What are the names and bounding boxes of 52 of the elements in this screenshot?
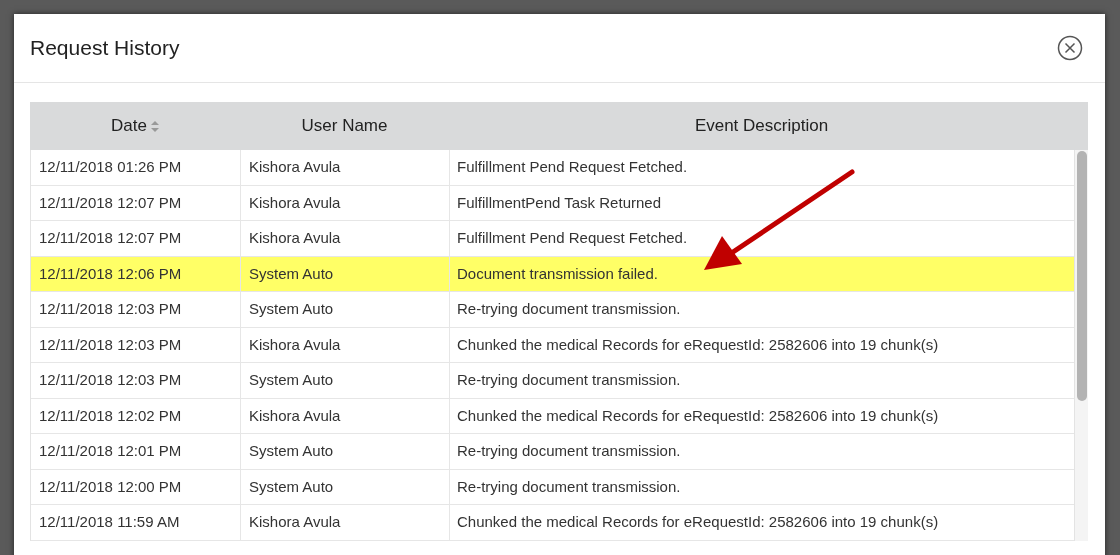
table-cell-text: Chunked the medical Records for eRequestId: 2582606 into 19 chunk(s) — [456, 512, 940, 532]
column-header[interactable]: Date — [30, 102, 240, 150]
table-cell: 12/11/2018 12:06 PM — [31, 256, 241, 291]
table-cell-text: Re-trying document transmission. — [456, 476, 682, 497]
table-row[interactable]: 12/11/2018 12:00 PM System Auto Re-trying document transmission. — [31, 469, 1074, 505]
table-row[interactable]: 12/11/2018 01:26 PM Kishora Avula Fulfillment Pend Request Fetched. — [31, 150, 1074, 186]
table-cell-text: Re-trying document transmission. — [456, 299, 682, 319]
dialog-title: Request History — [30, 35, 180, 62]
column-header: Event Description — [693, 115, 830, 138]
table-cell: 12/11/2018 12:07 PM — [31, 221, 241, 256]
table-cell-text: Fulfillment Pend Request Fetched. — [456, 228, 689, 248]
table-cell-text: Document transmission failed. — [456, 263, 659, 284]
table-cell: System Auto — [241, 292, 450, 327]
table-row[interactable]: 12/11/2018 12:01 PM System Auto Re-trying document transmission. — [31, 434, 1074, 470]
close-button[interactable] — [1057, 35, 1083, 61]
table-cell: 12/11/2018 12:03 PM — [31, 327, 241, 362]
table-row[interactable]: 12/11/2018 12:03 PM System Auto Re-trying document transmission. — [31, 292, 1074, 328]
table-cell: 12/11/2018 12:01 PM — [31, 434, 241, 469]
table-cell-text: Re-trying document transmission. — [456, 370, 682, 390]
table-cell: 12/11/2018 12:00 PM — [31, 469, 241, 504]
table-cell: 12/11/2018 12:03 PM — [31, 363, 241, 398]
table-cell: 12/11/2018 12:07 PM — [31, 185, 241, 220]
table-row[interactable]: 12/11/2018 12:06 PM System Auto Document transmission failed. — [31, 256, 1074, 292]
table-cell: 12/11/2018 12:03 PM — [31, 292, 241, 327]
sort-icon — [150, 120, 159, 132]
table-cell: Kishora Avula — [241, 327, 450, 362]
table-cell: Kishora Avula — [241, 398, 450, 433]
table-cell: Kishora Avula — [241, 505, 450, 540]
table-cell-text: Fulfillment Pend Request Fetched. — [456, 157, 689, 177]
scrollbar-thumb[interactable] — [1077, 151, 1087, 401]
table-cell: System Auto — [241, 434, 450, 469]
table-row[interactable]: 12/11/2018 12:02 PM Kishora Avula Chunked the medical Records for eRequestId: 2582606 into 19 chunk(s) — [31, 398, 1074, 434]
table-cell: Kishora Avula — [241, 185, 450, 220]
table-cell-text: Chunked the medical Records for eRequestId: 2582606 into 19 chunk(s) — [456, 405, 940, 426]
close-icon — [1057, 35, 1083, 61]
table-row[interactable]: 12/11/2018 12:07 PM Kishora Avula FulfillmentPend Task Returned — [31, 185, 1074, 221]
table-row[interactable]: 12/11/2018 12:03 PM System Auto Re-trying document transmission. — [31, 363, 1074, 399]
table-cell: System Auto — [241, 469, 450, 504]
table-row[interactable]: 12/11/2018 12:07 PM Kishora Avula Fulfillment Pend Request Fetched. — [31, 221, 1074, 257]
table-cell-text: Re-trying document transmission. — [456, 441, 682, 461]
table-cell: Kishora Avula — [241, 221, 450, 256]
table-cell: 12/11/2018 11:59 AM — [31, 505, 241, 540]
table-cell: System Auto — [241, 363, 450, 398]
table-cell-text: Chunked the medical Records for eRequestId: 2582606 into 19 chunk(s) — [456, 334, 940, 355]
column-header: User Name — [300, 115, 389, 138]
table-cell: 12/11/2018 01:26 PM — [31, 150, 241, 185]
table-cell: System Auto — [241, 256, 450, 291]
table-row[interactable]: 12/11/2018 11:59 AM Kishora Avula Chunked the medical Records for eRequestId: 2582606 into 19 chunk(s) — [31, 505, 1074, 541]
table-cell: Kishora Avula — [241, 150, 450, 185]
table-cell: 12/11/2018 12:02 PM — [31, 398, 241, 433]
table-row[interactable]: 12/11/2018 12:03 PM Kishora Avula Chunked the medical Records for eRequestId: 2582606 into 19 chunk(s) — [31, 327, 1074, 363]
table-cell-text: FulfillmentPend Task Returned — [456, 192, 662, 213]
